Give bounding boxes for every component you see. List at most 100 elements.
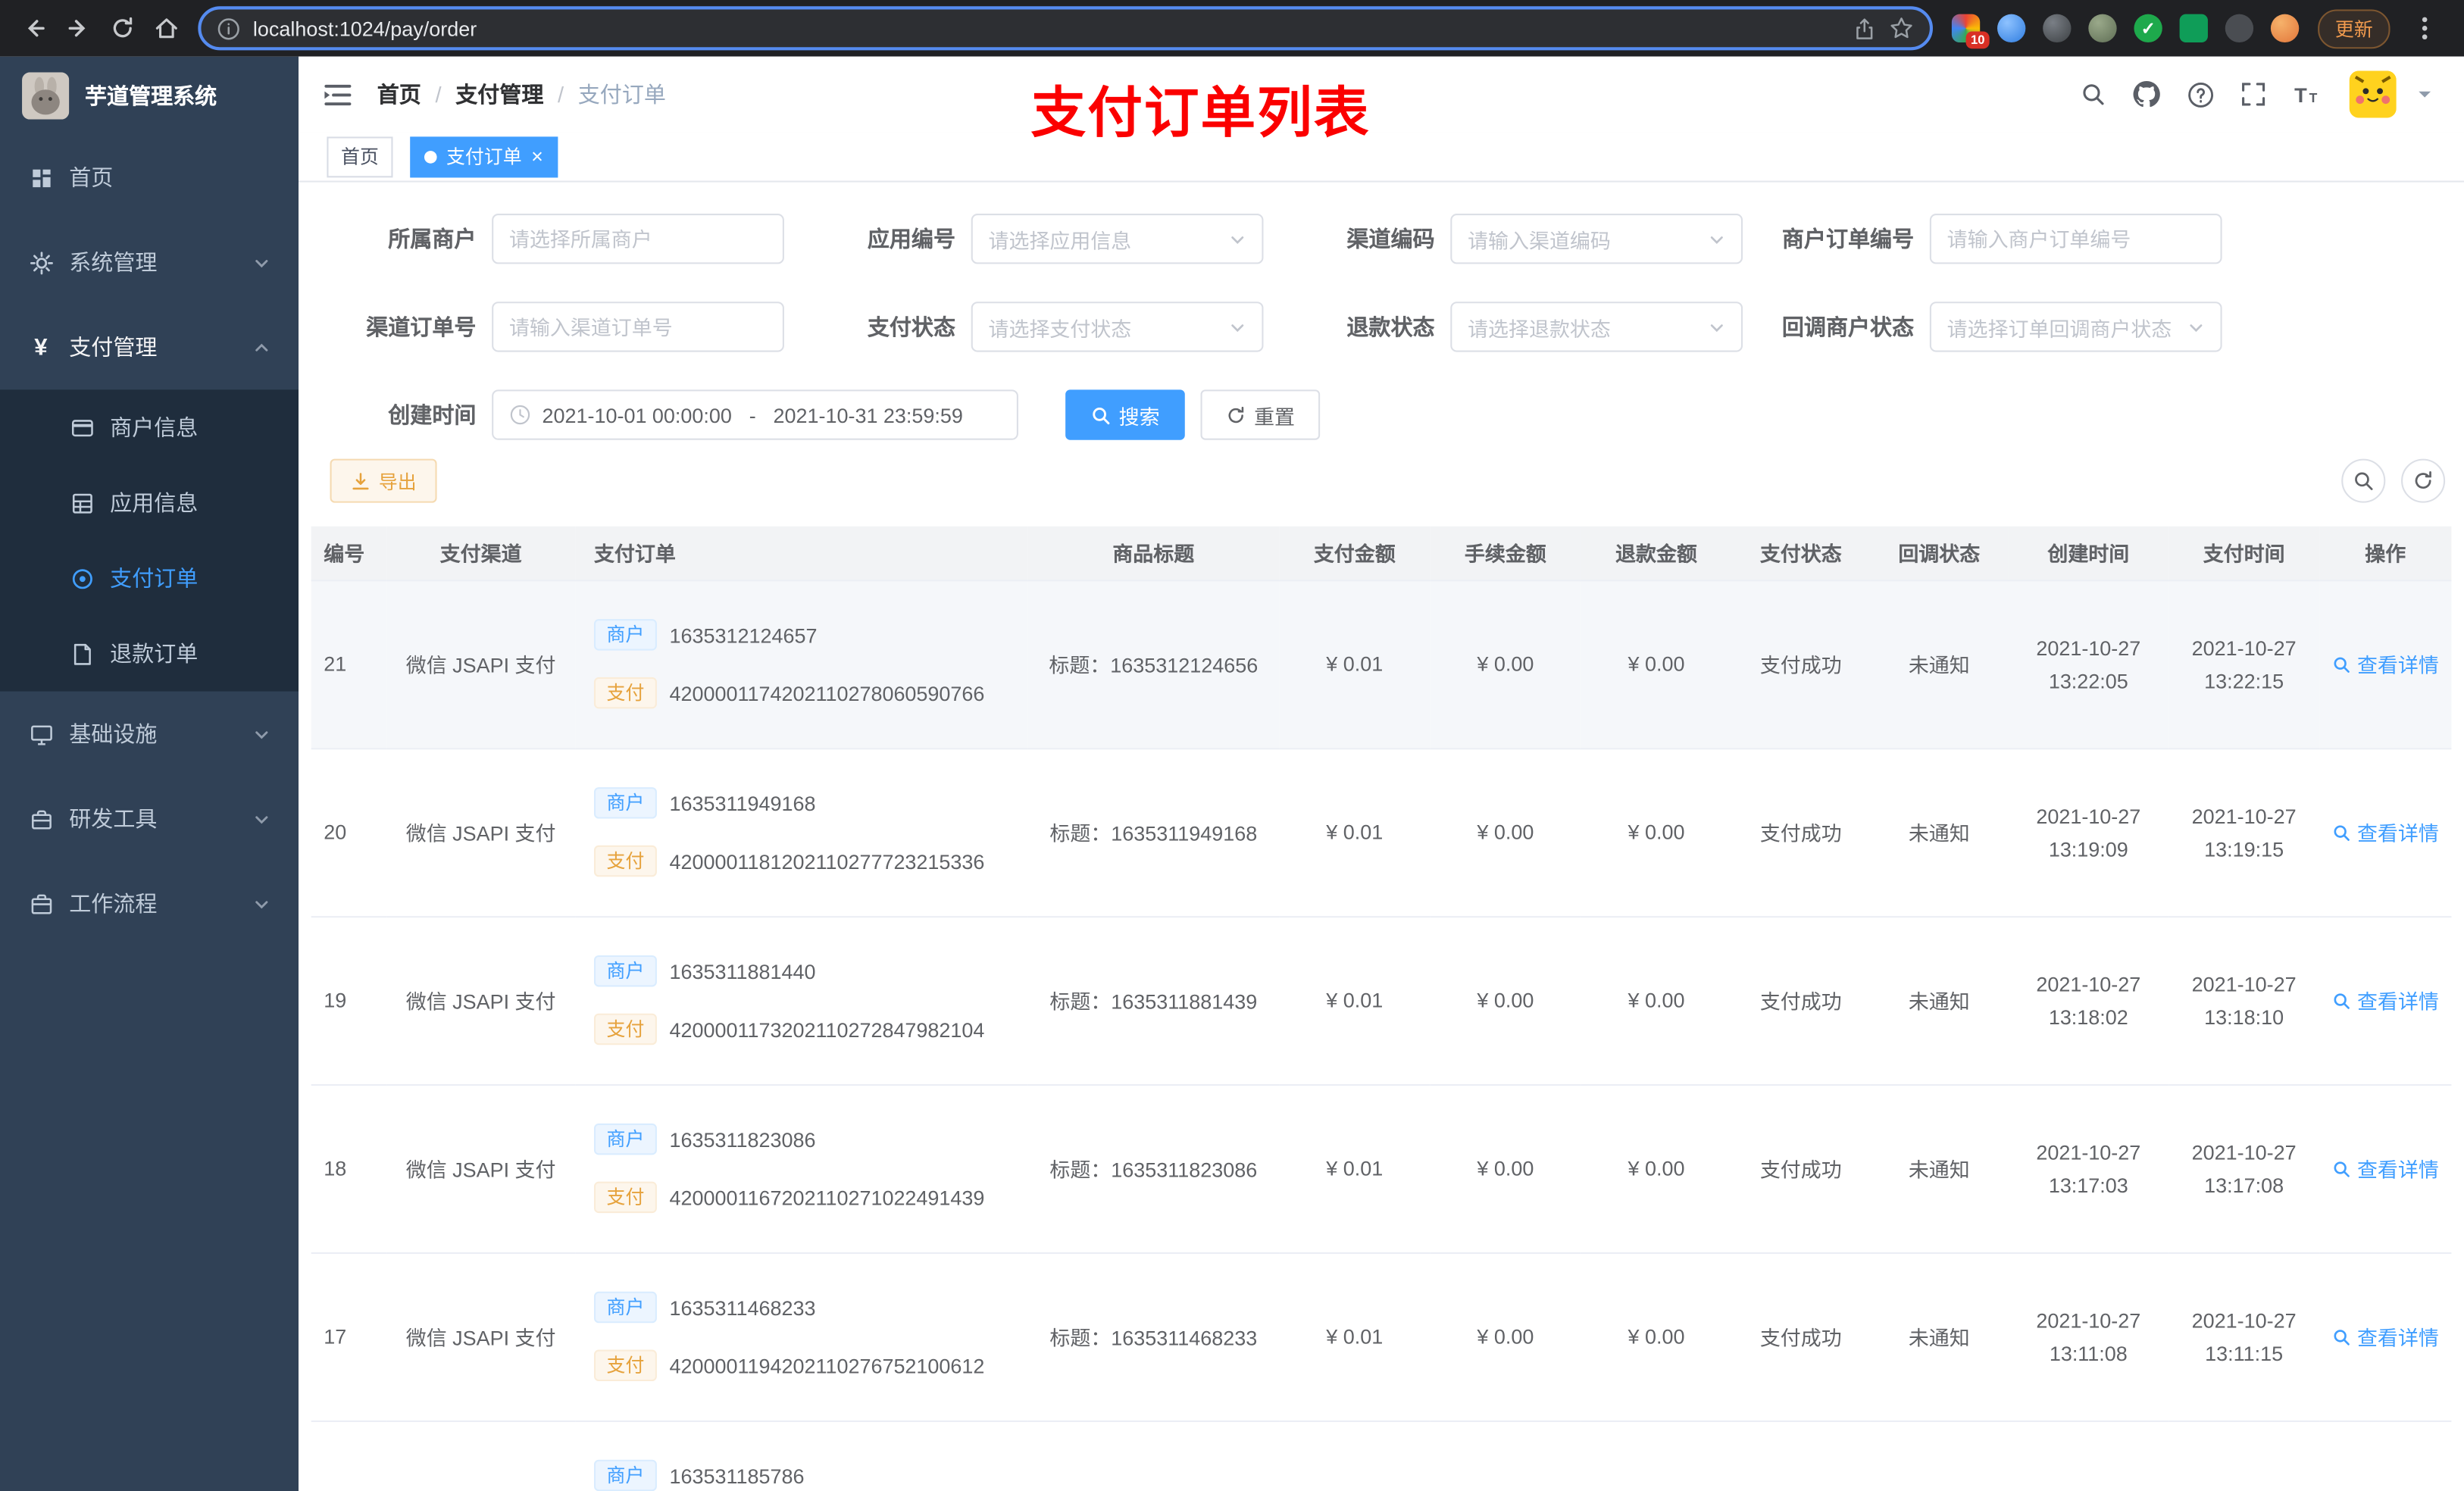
pay-order-tag: 支付	[593, 1181, 657, 1214]
sidebar-item-devtools[interactable]: 研发工具	[0, 777, 299, 861]
extension-icon-sage-circle[interactable]	[2088, 14, 2117, 42]
filter-refund-status: 退款状态 请选择退款状态	[1289, 302, 1743, 352]
sidebar-item-app-info[interactable]: 应用信息	[0, 465, 299, 541]
sidebar-item-refund-order[interactable]: 退款订单	[0, 616, 299, 692]
pay-order-tag: 支付	[593, 845, 657, 877]
date-range-picker[interactable]: 2021-10-01 00:00:00 - 2021-10-31 23:59:5…	[492, 389, 1018, 440]
fullscreen-icon[interactable]	[2240, 82, 2265, 107]
breadcrumb-home[interactable]: 首页	[377, 79, 421, 110]
font-size-icon[interactable]: TT	[2293, 83, 2322, 106]
column-header: 支付状态	[1731, 526, 1871, 581]
forward-button[interactable]	[57, 6, 101, 50]
export-button[interactable]: 导出	[330, 458, 437, 503]
github-icon[interactable]	[2132, 80, 2160, 108]
cell-id: 21	[311, 580, 387, 749]
bookmark-star-icon[interactable]	[1889, 16, 1914, 41]
table-row: 商户 163531185786 支付	[311, 1420, 2452, 1491]
sidebar-collapse-icon[interactable]	[324, 83, 352, 106]
close-icon[interactable]: ×	[531, 146, 543, 167]
view-detail-link[interactable]: 查看详情	[2332, 1153, 2439, 1183]
logo[interactable]: 芋道管理系统	[0, 57, 299, 136]
app-no-select[interactable]: 请选择应用信息	[971, 214, 1264, 264]
sidebar-item-merchant-info[interactable]: 商户信息	[0, 389, 299, 465]
pay-order-no: 4200001167202110271022491439	[669, 1185, 985, 1209]
merchant-order-no: 163531185786	[669, 1463, 805, 1488]
extension-icon-green-square[interactable]	[2179, 14, 2208, 42]
cell-pay-order: 商户 1635311949168 支付 42000011812021102777…	[575, 748, 1028, 917]
search-button[interactable]: 搜索	[1065, 389, 1185, 440]
reset-button[interactable]: 重置	[1200, 389, 1321, 440]
search-icon[interactable]	[2081, 82, 2106, 107]
toggle-search-button[interactable]	[2341, 458, 2386, 503]
sidebar-item-system[interactable]: 系统管理	[0, 220, 299, 305]
browser-update-button[interactable]: 更新	[2318, 8, 2391, 48]
cell-channel: 微信 JSAPI 支付	[386, 580, 576, 749]
cell-id: 19	[311, 916, 387, 1086]
chevron-down-icon	[253, 725, 270, 742]
table-row: 21 微信 JSAPI 支付 商户 1635312124657 支付 42000…	[311, 580, 2452, 749]
profile-avatar-icon[interactable]	[2270, 14, 2300, 42]
clock-icon	[509, 404, 531, 426]
view-detail-link[interactable]: 查看详情	[2332, 817, 2439, 846]
merchant-input[interactable]	[508, 227, 768, 251]
share-icon[interactable]	[1853, 17, 1876, 40]
magnifier-icon	[2332, 1159, 2351, 1178]
chevron-down-icon	[1708, 230, 1725, 248]
cell-notify-status: 未通知	[1870, 1084, 2009, 1253]
refund-status-select[interactable]: 请选择退款状态	[1450, 302, 1743, 352]
channel-code-select[interactable]: 请输入渠道编码	[1450, 214, 1743, 264]
main-area: 首页 / 支付管理 / 支付订单 支付订单列表 TT 首页 支付订单 × 所属商…	[299, 56, 2464, 1491]
cell-title: 标题：1635311823086	[1027, 1084, 1280, 1253]
back-button[interactable]	[13, 6, 57, 50]
magnifier-icon	[2332, 655, 2351, 674]
view-detail-link[interactable]: 查看详情	[2332, 649, 2439, 679]
cell-pay-status: 支付成功	[1731, 580, 1871, 749]
column-header: 操作	[2319, 526, 2452, 581]
cell-refund-amount: ¥ 0.00	[1581, 1084, 1732, 1253]
merchant-order-no-input[interactable]	[1946, 227, 2205, 251]
cell-channel: 微信 JSAPI 支付	[386, 1252, 576, 1421]
reload-button[interactable]	[101, 6, 145, 50]
user-menu[interactable]	[2349, 70, 2433, 118]
table-grid-icon	[69, 491, 94, 514]
sidebar-item-pay-order[interactable]: 支付订单	[0, 540, 299, 616]
channel-order-no-input[interactable]	[508, 314, 768, 339]
chevron-down-icon	[253, 895, 270, 912]
cell-fee-amount: ¥ 0.00	[1430, 748, 1581, 917]
cell-fee-amount: ¥ 0.00	[1430, 1084, 1581, 1253]
address-bar[interactable]: localhost:1024/pay/order	[198, 6, 1933, 51]
view-detail-link[interactable]: 查看详情	[2332, 1321, 2439, 1351]
column-header: 退款金额	[1581, 526, 1732, 581]
cell-pay-time: 2021-10-27 13:22:15	[2169, 580, 2320, 749]
extension-icon-green-check[interactable]: ✓	[2134, 14, 2162, 42]
sidebar-item-pay[interactable]: ¥ 支付管理	[0, 305, 299, 389]
navbar-actions: TT	[2081, 70, 2439, 118]
refresh-table-button[interactable]	[2401, 458, 2446, 503]
pay-status-select[interactable]: 请选择支付状态	[971, 302, 1264, 352]
help-icon[interactable]	[2187, 81, 2214, 108]
active-dot-icon	[424, 150, 437, 163]
filter-row-3: 创建时间 2021-10-01 00:00:00 - 2021-10-31 23…	[330, 389, 2433, 440]
sidebar-item-workflow[interactable]: 工作流程	[0, 861, 299, 946]
cell-action: 查看详情	[2319, 1252, 2452, 1421]
merchant-order-no: 1635312124657	[669, 623, 818, 647]
site-info-icon[interactable]	[217, 17, 240, 40]
view-detail-link[interactable]: 查看详情	[2332, 985, 2439, 1014]
cell-pay-time: 2021-10-27 13:11:15	[2169, 1252, 2320, 1421]
extension-icon-colorful[interactable]: 10	[1951, 14, 1990, 49]
extension-icon-dark-sphere[interactable]	[2043, 14, 2072, 42]
browser-menu-icon[interactable]	[2403, 6, 2447, 50]
cell-refund-amount: ¥ 0.00	[1581, 748, 1732, 917]
navbar: 首页 / 支付管理 / 支付订单 支付订单列表 TT	[299, 56, 2464, 145]
tab-home[interactable]: 首页	[327, 136, 393, 177]
home-button[interactable]	[145, 6, 189, 50]
extension-icon-blue-drop[interactable]	[1997, 14, 2026, 42]
document-icon	[69, 642, 94, 665]
breadcrumb-section[interactable]: 支付管理	[455, 79, 543, 110]
sidebar-item-home[interactable]: 首页	[0, 135, 299, 220]
notify-status-select[interactable]: 请选择订单回调商户状态	[1929, 302, 2222, 352]
cell-id: 20	[311, 748, 387, 917]
sidebar-item-infra[interactable]: 基础设施	[0, 692, 299, 777]
extension-icon-dark-pin[interactable]	[2225, 14, 2254, 42]
tab-pay-order[interactable]: 支付订单 ×	[410, 136, 558, 177]
